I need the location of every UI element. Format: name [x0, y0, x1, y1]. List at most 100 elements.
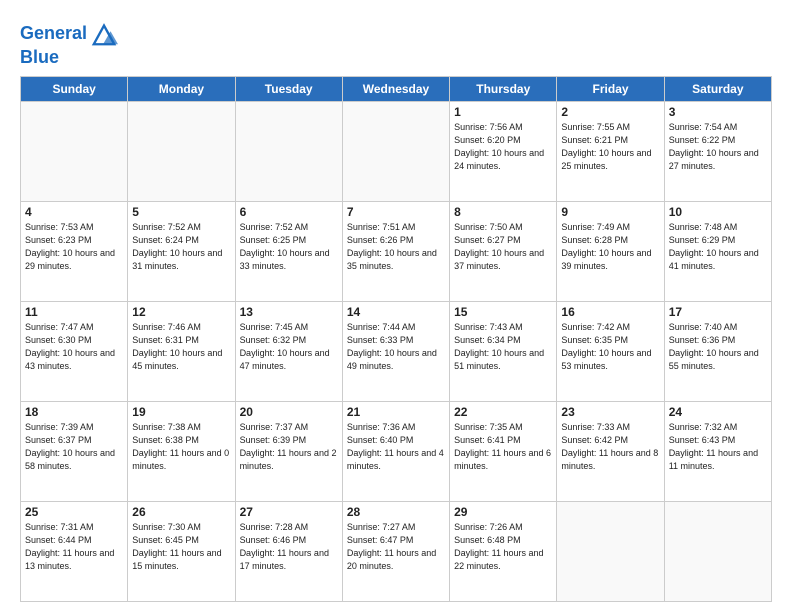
day-header-tuesday: Tuesday: [235, 77, 342, 102]
calendar-cell: [664, 502, 771, 602]
calendar-cell: 28 Sunrise: 7:27 AM Sunset: 6:47 PM Dayli…: [342, 502, 449, 602]
cell-info: Sunrise: 7:36 AM Sunset: 6:40 PM Dayligh…: [347, 421, 445, 473]
day-number: 27: [240, 505, 338, 519]
cell-info: Sunrise: 7:40 AM Sunset: 6:36 PM Dayligh…: [669, 321, 767, 373]
calendar-cell: 19 Sunrise: 7:38 AM Sunset: 6:38 PM Dayli…: [128, 402, 235, 502]
day-number: 6: [240, 205, 338, 219]
calendar-cell: 23 Sunrise: 7:33 AM Sunset: 6:42 PM Dayli…: [557, 402, 664, 502]
cell-info: Sunrise: 7:42 AM Sunset: 6:35 PM Dayligh…: [561, 321, 659, 373]
cell-info: Sunrise: 7:47 AM Sunset: 6:30 PM Dayligh…: [25, 321, 123, 373]
cell-info: Sunrise: 7:39 AM Sunset: 6:37 PM Dayligh…: [25, 421, 123, 473]
day-number: 22: [454, 405, 552, 419]
calendar-cell: 16 Sunrise: 7:42 AM Sunset: 6:35 PM Dayli…: [557, 302, 664, 402]
day-number: 4: [25, 205, 123, 219]
calendar-cell: 11 Sunrise: 7:47 AM Sunset: 6:30 PM Dayli…: [21, 302, 128, 402]
header: General Blue: [20, 16, 772, 68]
cell-info: Sunrise: 7:30 AM Sunset: 6:45 PM Dayligh…: [132, 521, 230, 573]
logo-icon: [90, 20, 118, 48]
calendar-cell: [128, 102, 235, 202]
day-header-friday: Friday: [557, 77, 664, 102]
cell-info: Sunrise: 7:55 AM Sunset: 6:21 PM Dayligh…: [561, 121, 659, 173]
cell-info: Sunrise: 7:48 AM Sunset: 6:29 PM Dayligh…: [669, 221, 767, 273]
calendar-cell: 9 Sunrise: 7:49 AM Sunset: 6:28 PM Daylig…: [557, 202, 664, 302]
logo-text: General: [20, 24, 87, 44]
day-number: 1: [454, 105, 552, 119]
page: General Blue SundayMondayTuesdayWednesda…: [0, 0, 792, 612]
cell-info: Sunrise: 7:45 AM Sunset: 6:32 PM Dayligh…: [240, 321, 338, 373]
week-row-4: 25 Sunrise: 7:31 AM Sunset: 6:44 PM Dayli…: [21, 502, 772, 602]
day-number: 12: [132, 305, 230, 319]
cell-info: Sunrise: 7:27 AM Sunset: 6:47 PM Dayligh…: [347, 521, 445, 573]
week-row-2: 11 Sunrise: 7:47 AM Sunset: 6:30 PM Dayli…: [21, 302, 772, 402]
calendar-cell: 5 Sunrise: 7:52 AM Sunset: 6:24 PM Daylig…: [128, 202, 235, 302]
day-number: 9: [561, 205, 659, 219]
calendar-cell: [557, 502, 664, 602]
logo: General Blue: [20, 20, 118, 68]
cell-info: Sunrise: 7:38 AM Sunset: 6:38 PM Dayligh…: [132, 421, 230, 473]
calendar-cell: 10 Sunrise: 7:48 AM Sunset: 6:29 PM Dayli…: [664, 202, 771, 302]
logo-text2: Blue: [20, 47, 59, 67]
calendar-cell: 26 Sunrise: 7:30 AM Sunset: 6:45 PM Dayli…: [128, 502, 235, 602]
calendar-cell: 4 Sunrise: 7:53 AM Sunset: 6:23 PM Daylig…: [21, 202, 128, 302]
calendar-cell: 1 Sunrise: 7:56 AM Sunset: 6:20 PM Daylig…: [450, 102, 557, 202]
cell-info: Sunrise: 7:53 AM Sunset: 6:23 PM Dayligh…: [25, 221, 123, 273]
calendar-cell: 7Sunrise: 7:51 AM Sunset: 6:26 PM Daylig…: [342, 202, 449, 302]
cell-info: Sunrise: 7:37 AM Sunset: 6:39 PM Dayligh…: [240, 421, 338, 473]
day-number: 10: [669, 205, 767, 219]
day-number: 11: [25, 305, 123, 319]
calendar-cell: 25 Sunrise: 7:31 AM Sunset: 6:44 PM Dayli…: [21, 502, 128, 602]
cell-info: Sunrise: 7:56 AM Sunset: 6:20 PM Dayligh…: [454, 121, 552, 173]
day-number: 3: [669, 105, 767, 119]
calendar-cell: 17 Sunrise: 7:40 AM Sunset: 6:36 PM Dayli…: [664, 302, 771, 402]
calendar-cell: 2 Sunrise: 7:55 AM Sunset: 6:21 PM Daylig…: [557, 102, 664, 202]
week-row-1: 4 Sunrise: 7:53 AM Sunset: 6:23 PM Daylig…: [21, 202, 772, 302]
calendar-cell: 24 Sunrise: 7:32 AM Sunset: 6:43 PM Dayli…: [664, 402, 771, 502]
day-number: 20: [240, 405, 338, 419]
cell-info: Sunrise: 7:35 AM Sunset: 6:41 PM Dayligh…: [454, 421, 552, 473]
cell-info: Sunrise: 7:52 AM Sunset: 6:24 PM Dayligh…: [132, 221, 230, 273]
day-number: 5: [132, 205, 230, 219]
day-header-thursday: Thursday: [450, 77, 557, 102]
cell-info: Sunrise: 7:32 AM Sunset: 6:43 PM Dayligh…: [669, 421, 767, 473]
day-number: 26: [132, 505, 230, 519]
cell-info: Sunrise: 7:54 AM Sunset: 6:22 PM Dayligh…: [669, 121, 767, 173]
day-header-sunday: Sunday: [21, 77, 128, 102]
calendar-cell: [21, 102, 128, 202]
calendar-cell: 22 Sunrise: 7:35 AM Sunset: 6:41 PM Dayli…: [450, 402, 557, 502]
day-number: 13: [240, 305, 338, 319]
calendar-cell: 13 Sunrise: 7:45 AM Sunset: 6:32 PM Dayli…: [235, 302, 342, 402]
cell-info: Sunrise: 7:52 AM Sunset: 6:25 PM Dayligh…: [240, 221, 338, 273]
calendar-cell: 3 Sunrise: 7:54 AM Sunset: 6:22 PM Daylig…: [664, 102, 771, 202]
calendar-cell: 12 Sunrise: 7:46 AM Sunset: 6:31 PM Dayli…: [128, 302, 235, 402]
calendar-cell: 18Sunrise: 7:39 AM Sunset: 6:37 PM Dayli…: [21, 402, 128, 502]
day-number: 16: [561, 305, 659, 319]
day-number: 14: [347, 305, 445, 319]
cell-info: Sunrise: 7:43 AM Sunset: 6:34 PM Dayligh…: [454, 321, 552, 373]
day-number: 19: [132, 405, 230, 419]
calendar-cell: 27Sunrise: 7:28 AM Sunset: 6:46 PM Dayli…: [235, 502, 342, 602]
cell-info: Sunrise: 7:46 AM Sunset: 6:31 PM Dayligh…: [132, 321, 230, 373]
calendar-cell: [342, 102, 449, 202]
calendar-cell: 15 Sunrise: 7:43 AM Sunset: 6:34 PM Dayli…: [450, 302, 557, 402]
day-number: 7: [347, 205, 445, 219]
cell-info: Sunrise: 7:49 AM Sunset: 6:28 PM Dayligh…: [561, 221, 659, 273]
cell-info: Sunrise: 7:31 AM Sunset: 6:44 PM Dayligh…: [25, 521, 123, 573]
day-number: 23: [561, 405, 659, 419]
day-number: 28: [347, 505, 445, 519]
day-number: 24: [669, 405, 767, 419]
calendar-cell: [235, 102, 342, 202]
day-number: 15: [454, 305, 552, 319]
calendar-cell: 21Sunrise: 7:36 AM Sunset: 6:40 PM Dayli…: [342, 402, 449, 502]
day-number: 8: [454, 205, 552, 219]
day-header-wednesday: Wednesday: [342, 77, 449, 102]
day-number: 17: [669, 305, 767, 319]
cell-info: Sunrise: 7:44 AM Sunset: 6:33 PM Dayligh…: [347, 321, 445, 373]
week-row-0: 1 Sunrise: 7:56 AM Sunset: 6:20 PM Daylig…: [21, 102, 772, 202]
day-header-saturday: Saturday: [664, 77, 771, 102]
calendar-cell: 20 Sunrise: 7:37 AM Sunset: 6:39 PM Dayli…: [235, 402, 342, 502]
cell-info: Sunrise: 7:33 AM Sunset: 6:42 PM Dayligh…: [561, 421, 659, 473]
calendar-cell: 29Sunrise: 7:26 AM Sunset: 6:48 PM Dayli…: [450, 502, 557, 602]
day-number: 25: [25, 505, 123, 519]
day-number: 2: [561, 105, 659, 119]
cell-info: Sunrise: 7:26 AM Sunset: 6:48 PM Dayligh…: [454, 521, 552, 573]
